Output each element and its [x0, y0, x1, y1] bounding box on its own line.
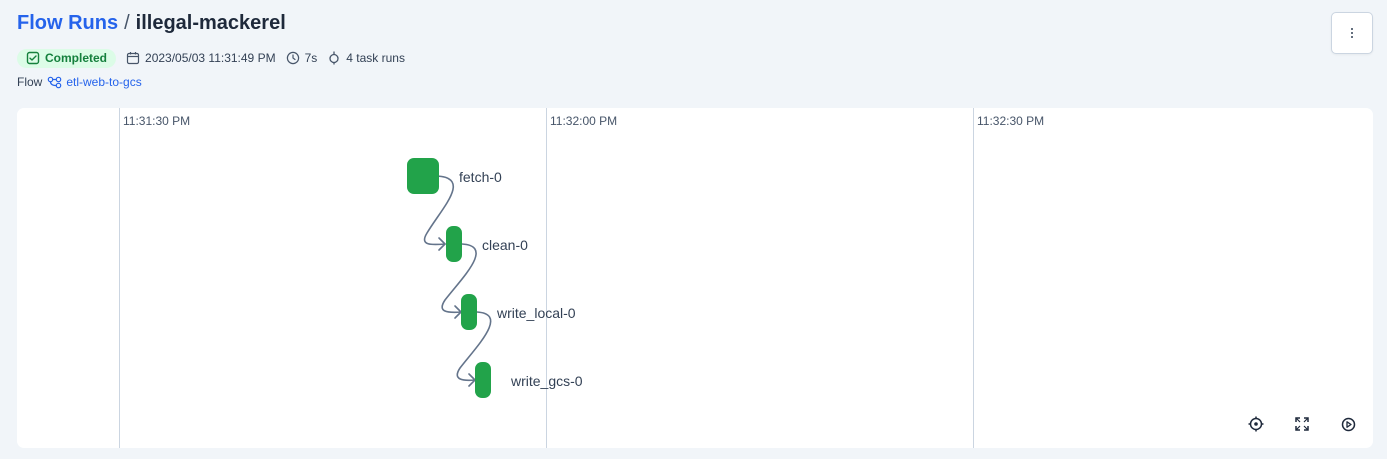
task-node-write-local-0[interactable]	[461, 294, 477, 330]
duration-text: 7s	[304, 51, 318, 65]
task-node-label: fetch-0	[459, 169, 502, 185]
page-header: Flow Runs / illegal-mackerel Completed 2…	[17, 12, 405, 89]
expand-icon	[1295, 417, 1309, 431]
task-node-write-gcs-0[interactable]	[475, 362, 491, 398]
flow-icon	[48, 76, 62, 88]
breadcrumb-flow-runs-link[interactable]: Flow Runs	[17, 12, 118, 35]
tick-label: 11:32:00 PM	[550, 114, 617, 128]
check-square-icon	[26, 51, 40, 65]
fullscreen-button[interactable]	[1288, 410, 1316, 438]
flow-row: Flow etl-web-to-gcs	[17, 75, 405, 89]
status-label: Completed	[45, 51, 108, 65]
start-time: 2023/05/03 11:31:49 PM	[126, 51, 276, 65]
timeline-graph[interactable]: 11:31:30 PM 11:32:00 PM 11:32:30 PM fetc…	[17, 108, 1373, 448]
calendar-icon	[126, 52, 140, 65]
task-node-fetch-0[interactable]	[407, 158, 439, 194]
speed-icon	[1341, 417, 1355, 431]
crosshair-icon	[1248, 416, 1264, 432]
task-run-count: 4 task runs	[327, 51, 405, 65]
flow-link[interactable]: etl-web-to-gcs	[47, 75, 142, 89]
timeline-canvas: 11:31:30 PM 11:32:00 PM 11:32:30 PM fetc…	[119, 108, 1044, 448]
task-node-label: clean-0	[482, 237, 528, 253]
graph-settings-button[interactable]	[1334, 410, 1362, 438]
start-time-text: 2023/05/03 11:31:49 PM	[145, 51, 276, 65]
page-title: illegal-mackerel	[135, 12, 286, 34]
tick-label: 11:32:30 PM	[977, 114, 1044, 128]
task-node-label: write_local-0	[496, 305, 576, 321]
task-run-count-text: 4 task runs	[346, 51, 405, 65]
task-node-label: write_gcs-0	[510, 373, 583, 389]
more-actions-button[interactable]	[1331, 12, 1373, 54]
flow-run-page: Flow Runs / illegal-mackerel Completed 2…	[0, 0, 1387, 459]
breadcrumb: Flow Runs / illegal-mackerel	[17, 12, 405, 40]
status-badge: Completed	[17, 48, 117, 68]
breadcrumb-separator: /	[124, 12, 130, 34]
vertical-dots-icon	[1351, 28, 1353, 38]
task-run-icon	[329, 51, 339, 65]
flow-label: Flow	[17, 75, 43, 89]
recenter-button[interactable]	[1242, 410, 1270, 438]
task-node-clean-0[interactable]	[446, 226, 462, 262]
flow-run-meta: Completed 2023/05/03 11:31:49 PM 7s 4 ta…	[17, 48, 405, 68]
tick-label: 11:31:30 PM	[123, 114, 190, 128]
graph-controls	[1242, 410, 1373, 438]
flow-name: etl-web-to-gcs	[66, 75, 142, 89]
duration: 7s	[286, 51, 318, 65]
clock-icon	[286, 51, 299, 65]
